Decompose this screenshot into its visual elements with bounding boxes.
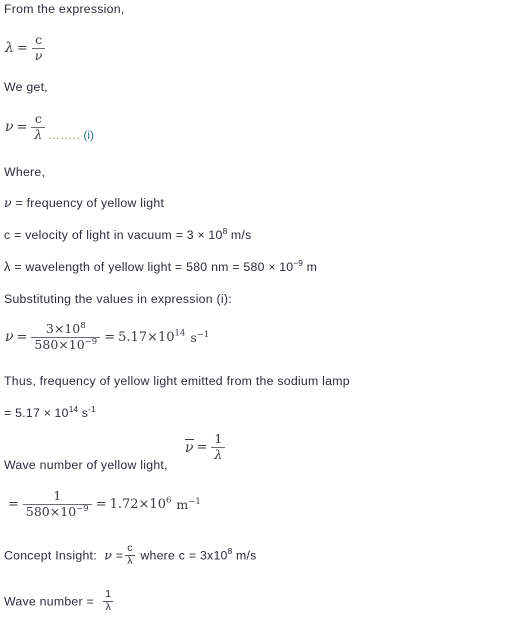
- fraction-denominator: λ: [34, 126, 43, 142]
- fraction-numerator: 1: [214, 431, 223, 446]
- frequency-result-line: = 5.17 × 1014 s-1: [4, 403, 96, 420]
- velocity-unit: m/s: [227, 228, 252, 242]
- fraction-numerator: c: [34, 111, 42, 126]
- fraction-numerator: 1: [53, 488, 62, 503]
- fraction-numerator: 3×108: [43, 320, 89, 337]
- fraction-wave-number: 1 580×10−9: [22, 488, 92, 520]
- frequency-unit: s−1: [190, 330, 209, 345]
- equals-sign: =: [196, 439, 208, 455]
- unit-base: m: [176, 496, 189, 512]
- result-base: 5.17×10: [118, 329, 175, 345]
- result-exponent: 14: [68, 403, 79, 414]
- fraction-c-over-lambda: c λ: [125, 542, 135, 567]
- equals-sign: =: [16, 40, 28, 56]
- equals-sign-2: =: [104, 329, 116, 345]
- nu-bar-symbol: ν: [185, 439, 194, 457]
- wave-number-unit: m−1: [176, 497, 200, 512]
- wave-number-final-label: Wave number =: [4, 594, 94, 609]
- fraction-c-over-nu: c ν: [31, 32, 46, 64]
- wavelength-base: 10: [275, 260, 294, 274]
- nu-symbol: ν: [104, 547, 113, 563]
- fraction-denominator: λ: [127, 554, 133, 567]
- equals-sign: =: [16, 119, 28, 135]
- unit-exponent: −1: [188, 496, 201, 507]
- thus-text: Thus, frequency of yellow light emitted …: [4, 374, 350, 388]
- wave-number-result: 1.72×106: [109, 495, 172, 512]
- equals-sign: =: [16, 329, 28, 345]
- leader-dots: ……..: [48, 128, 82, 142]
- fraction-denominator: 580×10−9: [23, 503, 92, 520]
- equation-number: (i): [83, 127, 95, 142]
- fraction-denominator: λ: [105, 600, 112, 613]
- multiplication-sign: ×: [268, 260, 276, 274]
- numerator-exponent: 8: [80, 320, 86, 331]
- fraction-frequency: 3×108 580×10−9: [31, 320, 101, 353]
- fraction-denominator: 580×10−9: [31, 336, 100, 353]
- wave-number-final-line: Wave number = 1 λ: [4, 588, 115, 614]
- result-exponent: 6: [165, 495, 172, 506]
- numerator-base: 3×10: [45, 321, 81, 336]
- wavelength-unit: m: [302, 260, 318, 274]
- multiplication-sign: ×: [197, 228, 205, 242]
- equation-wave-number-definition: ν = 1 λ: [185, 431, 226, 463]
- concept-equals: =: [188, 548, 197, 563]
- intro-text: From the expression,: [4, 2, 125, 16]
- unit-exponent: −1: [196, 329, 210, 340]
- fraction-numerator: c: [127, 542, 133, 554]
- velocity-definition-text: c = velocity of light in vacuum = 3: [4, 228, 198, 242]
- denominator-exponent: −9: [84, 336, 98, 347]
- fraction-denominator: ν: [34, 47, 43, 63]
- equation-nu-equals-c-over-lambda: ν = c λ …….. (i): [5, 111, 95, 143]
- result-base: 1.72×10: [109, 496, 166, 512]
- concept-exponent: 8: [227, 546, 233, 557]
- nu-symbol: ν: [5, 329, 14, 346]
- we-get-text: We get,: [4, 80, 48, 94]
- velocity-base: 10: [204, 228, 223, 242]
- fraction-one-over-lambda: 1 λ: [211, 431, 226, 463]
- wavelength-definition: λ = wavelength of yellow light = 580 nm …: [4, 257, 318, 274]
- equation-wave-number-calculation: = 1 580×10−9 = 1.72×106 m−1: [5, 488, 201, 520]
- wave-number-label: Wave number of yellow light,: [4, 458, 168, 472]
- frequency-definition: ν = frequency of yellow light: [4, 195, 165, 211]
- result-unit-exponent: -1: [88, 403, 96, 414]
- concept-value: 3x10: [199, 548, 228, 563]
- fraction-c-over-lambda: c λ: [31, 111, 46, 143]
- lambda-symbol: λ: [4, 259, 11, 274]
- lambda-symbol: λ: [5, 40, 14, 57]
- denominator-base: 580×10: [25, 503, 77, 519]
- frequency-definition-text: = frequency of yellow light: [11, 196, 165, 210]
- where-text: Where,: [4, 165, 46, 179]
- multiplication-sign: ×: [43, 406, 51, 420]
- concept-unit: m/s: [235, 548, 257, 563]
- equation-frequency-calculation: ν = 3×108 580×10−9 = 5.17×1014 s−1: [5, 320, 209, 353]
- nu-symbol: ν: [5, 119, 14, 136]
- fraction-denominator: λ: [214, 446, 223, 462]
- result-base: 10: [50, 406, 69, 420]
- nu-symbol: ν: [4, 195, 12, 210]
- result-prefix: = 5.17: [4, 406, 44, 420]
- equals-sign: =: [115, 548, 124, 563]
- equals-sign: =: [8, 496, 19, 512]
- fraction-one-over-lambda: 1 λ: [103, 588, 114, 613]
- velocity-definition: c = velocity of light in vacuum = 3 × 10…: [4, 227, 252, 242]
- concept-insight-label: Concept Insight:: [4, 548, 97, 563]
- frequency-result: 5.17×1014: [118, 328, 186, 345]
- result-exponent: 14: [174, 328, 186, 339]
- concept-insight-line: Concept Insight: ν = c λ where c = 3x108…: [4, 542, 257, 568]
- concept-where-text: where c: [140, 548, 186, 563]
- equals-sign-2: =: [95, 496, 107, 512]
- solution-page: From the expression, λ = c ν We get, ν =…: [0, 0, 528, 628]
- denominator-exponent: −9: [76, 503, 89, 514]
- fraction-numerator: 1: [105, 588, 112, 600]
- wavelength-exponent: −9: [293, 257, 303, 268]
- equation-lambda-equals-c-over-nu: λ = c ν: [5, 32, 46, 64]
- wavelength-definition-text: = wavelength of yellow light = 580 nm = …: [10, 260, 269, 274]
- substituting-text: Substituting the values in expression (i…: [4, 292, 232, 306]
- denominator-base: 580×10: [34, 336, 85, 352]
- fraction-numerator: c: [35, 32, 43, 47]
